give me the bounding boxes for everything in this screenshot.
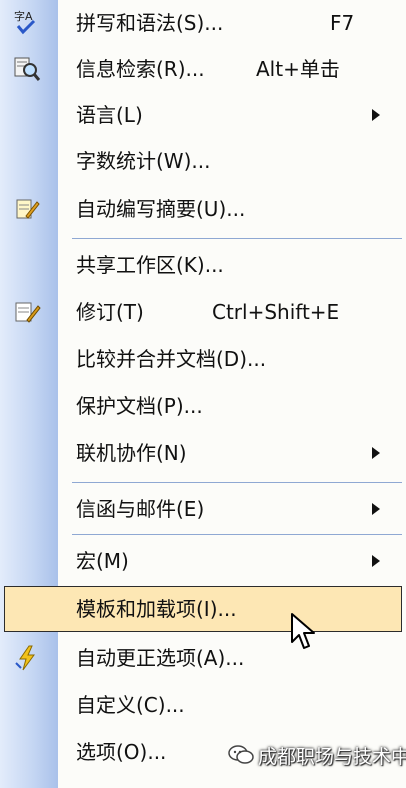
menu-item-label: 宏(M) bbox=[76, 549, 129, 573]
menu-item-shared-workspace[interactable]: 共享工作区(K)... bbox=[0, 242, 406, 288]
menu-item-label: 自动编写摘要(U)... bbox=[76, 197, 246, 221]
menu-item-label: 拼写和语法(S)... bbox=[76, 11, 224, 35]
spell-check-icon: 字A bbox=[12, 8, 42, 38]
watermark-text: 成都职场与技术中心 bbox=[258, 746, 406, 768]
menu-item-label: 自动更正选项(A)... bbox=[76, 646, 245, 670]
mouse-cursor-icon bbox=[291, 613, 315, 649]
menu-item-label: 语言(L) bbox=[76, 103, 143, 127]
menu-item-templates-addins[interactable]: 模板和加载项(I)... bbox=[0, 586, 406, 632]
menu-item-label: 保护文档(P)... bbox=[76, 394, 203, 418]
menu-item-word-count[interactable]: 字数统计(W)... bbox=[0, 138, 406, 184]
menu-separator bbox=[72, 534, 402, 535]
tools-menu: 字A 拼写和语法(S)... F7 信息检索(R)... Alt+单击 语言(L… bbox=[0, 0, 406, 788]
menu-item-label: 选项(O)... bbox=[76, 740, 167, 764]
menu-item-protect-document[interactable]: 保护文档(P)... bbox=[0, 383, 406, 429]
research-icon bbox=[12, 54, 42, 84]
menu-item-label: 自定义(C)... bbox=[76, 693, 185, 717]
menu-item-online-collaboration[interactable]: 联机协作(N) bbox=[0, 430, 406, 476]
track-changes-icon bbox=[12, 297, 42, 327]
menu-item-label: 共享工作区(K)... bbox=[76, 253, 224, 277]
menu-separator bbox=[72, 482, 402, 483]
submenu-arrow-icon bbox=[372, 555, 380, 567]
menu-item-shortcut: Ctrl+Shift+E bbox=[212, 300, 340, 324]
submenu-arrow-icon bbox=[372, 109, 380, 121]
menu-item-label: 修订(T) bbox=[76, 300, 144, 324]
menu-item-label: 比较并合并文档(D)... bbox=[76, 347, 267, 371]
menu-separator bbox=[72, 238, 402, 239]
menu-item-track-changes[interactable]: 修订(T) Ctrl+Shift+E bbox=[0, 289, 406, 335]
watermark: 成都职场与技术中心 bbox=[228, 740, 406, 776]
menu-item-research[interactable]: 信息检索(R)... Alt+单击 bbox=[0, 46, 406, 92]
submenu-arrow-icon bbox=[372, 503, 380, 515]
menu-item-label: 模板和加载项(I)... bbox=[76, 597, 237, 621]
menu-item-customize[interactable]: 自定义(C)... bbox=[0, 682, 406, 728]
menu-item-label: 字数统计(W)... bbox=[76, 149, 211, 173]
menu-item-label: 联机协作(N) bbox=[76, 441, 187, 465]
menu-item-autocorrect[interactable]: 自动更正选项(A)... bbox=[0, 635, 406, 681]
wechat-icon bbox=[228, 745, 254, 764]
svg-text:字A: 字A bbox=[14, 9, 33, 23]
menu-item-label: 信函与邮件(E) bbox=[76, 497, 205, 521]
menu-item-compare-merge[interactable]: 比较并合并文档(D)... bbox=[0, 336, 406, 382]
menu-item-autosummarize[interactable]: 自动编写摘要(U)... bbox=[0, 186, 406, 232]
menu-item-shortcut: F7 bbox=[330, 11, 355, 35]
autocorrect-icon bbox=[12, 643, 42, 673]
menu-item-language[interactable]: 语言(L) bbox=[0, 92, 406, 138]
menu-item-shortcut: Alt+单击 bbox=[256, 57, 340, 81]
autosummarize-icon bbox=[12, 194, 42, 224]
menu-item-spelling[interactable]: 字A 拼写和语法(S)... F7 bbox=[0, 0, 406, 46]
menu-item-label: 信息检索(R)... bbox=[76, 57, 205, 81]
submenu-arrow-icon bbox=[372, 447, 380, 459]
menu-item-macro[interactable]: 宏(M) bbox=[0, 538, 406, 584]
menu-item-letters-mailings[interactable]: 信函与邮件(E) bbox=[0, 486, 406, 532]
